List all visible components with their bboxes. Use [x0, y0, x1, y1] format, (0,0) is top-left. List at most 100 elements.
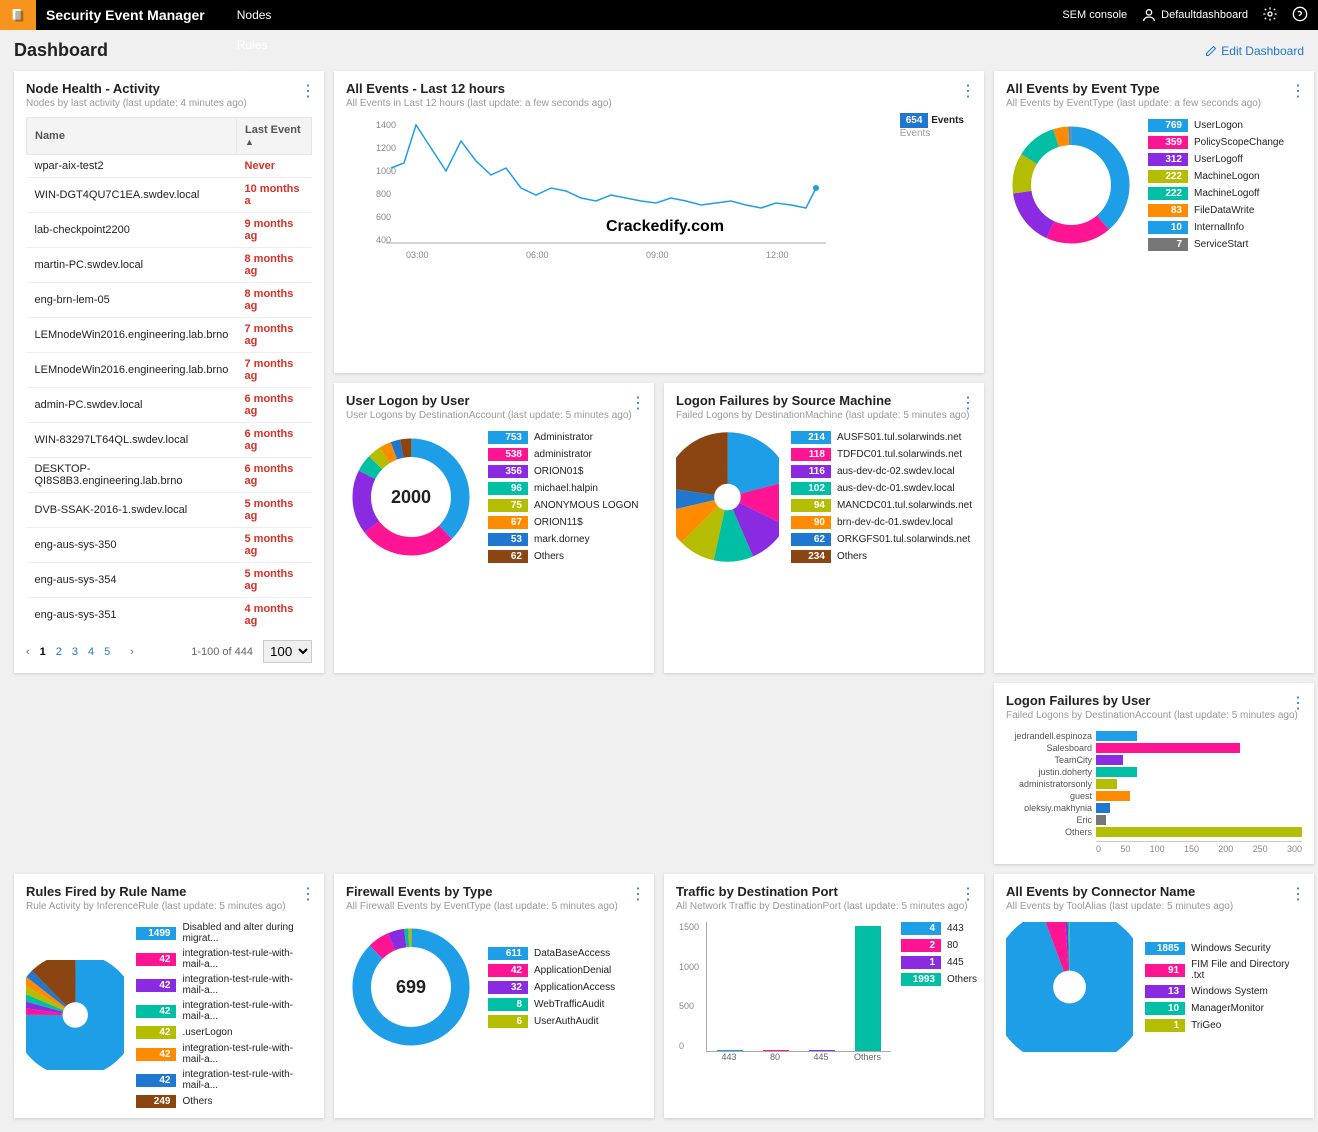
legend-item[interactable]: 62Others [488, 550, 638, 563]
legend-item[interactable]: 280 [901, 939, 977, 952]
page-5[interactable]: 5 [104, 646, 110, 658]
table-row[interactable]: DESKTOP-QI8S8B3.engineering.lab.brno6 mo… [27, 458, 312, 493]
topbar: Security Event Manager DashboardEventsNo… [0, 0, 1318, 30]
table-row[interactable]: WIN-83297LT64QL.swdev.local6 months ag [27, 423, 312, 458]
table-row[interactable]: eng-brn-lem-058 months ag [27, 283, 312, 318]
table-row[interactable]: admin-PC.swdev.local6 months ag [27, 388, 312, 423]
legend-item[interactable]: 611DataBaseAccess [488, 947, 615, 960]
table-row[interactable]: wpar-aix-test2Never [27, 155, 312, 178]
legend-item[interactable]: 32ApplicationAccess [488, 981, 615, 994]
legend-item[interactable]: 83FileDataWrite [1148, 204, 1284, 217]
legend-item[interactable]: 62ORKGFS01.tul.solarwinds.net [791, 533, 972, 546]
app-logo[interactable] [0, 0, 36, 30]
legend-item[interactable]: 356ORION01$ [488, 465, 638, 478]
widget-firewall: ⋮ Firewall Events by Type All Firewall E… [334, 874, 654, 1118]
legend-item[interactable]: 42integration-test-rule-with-mail-a... [136, 1069, 312, 1091]
table-row[interactable]: LEMnodeWin2016.engineering.lab.brno7 mon… [27, 318, 312, 353]
legend-item[interactable]: 102aus-dev-dc-01.swdev.local [791, 482, 972, 495]
legend-item[interactable]: 42.userLogon [136, 1026, 312, 1039]
legend-item[interactable]: 42integration-test-rule-with-mail-a... [136, 1000, 312, 1022]
legend-item[interactable]: 10InternalInfo [1148, 221, 1284, 234]
page-3[interactable]: 3 [72, 646, 78, 658]
more-icon[interactable]: ⋮ [300, 884, 314, 904]
legend-item[interactable]: 538administrator [488, 448, 638, 461]
console-label[interactable]: SEM console [1062, 9, 1127, 21]
more-icon[interactable]: ⋮ [630, 884, 644, 904]
legend-item[interactable]: 7ServiceStart [1148, 238, 1284, 251]
legend-item[interactable]: 42integration-test-rule-with-mail-a... [136, 974, 312, 996]
legend-item[interactable]: 13Windows System [1145, 985, 1302, 998]
legend-item[interactable]: 8WebTrafficAudit [488, 998, 615, 1011]
more-icon[interactable]: ⋮ [1290, 884, 1304, 904]
more-icon[interactable]: ⋮ [1290, 693, 1304, 713]
table-row[interactable]: lab-checkpoint22009 months ag [27, 213, 312, 248]
more-icon[interactable]: ⋮ [630, 393, 644, 413]
legend-item[interactable]: 359PolicyScopeChange [1148, 136, 1284, 149]
table-row[interactable]: LEMnodeWin2016.engineering.lab.brno7 mon… [27, 353, 312, 388]
help-icon[interactable] [1292, 6, 1308, 25]
legend-item[interactable]: 222MachineLogon [1148, 170, 1284, 183]
widget-logon-fail-user: ⋮ Logon Failures by User Failed Logons b… [994, 683, 1314, 864]
more-icon[interactable]: ⋮ [960, 884, 974, 904]
col-last-event[interactable]: Last Event ▲ [237, 118, 312, 155]
page-prev[interactable]: ‹ [26, 646, 30, 658]
legend-item[interactable]: 1445 [901, 956, 977, 969]
col-name[interactable]: Name [27, 118, 237, 155]
page-1[interactable]: 1 [40, 646, 46, 658]
table-row[interactable]: eng-aus-sys-3514 months ag [27, 598, 312, 633]
widget-title: Traffic by Destination Port [676, 884, 972, 899]
legend-item[interactable]: 75ANONYMOUS LOGON [488, 499, 638, 512]
nav-nodes[interactable]: Nodes [223, 0, 314, 30]
user-menu[interactable]: Defaultdashboard [1141, 7, 1248, 23]
pie-chart [676, 432, 779, 562]
page-4[interactable]: 4 [88, 646, 94, 658]
legend-item[interactable]: 6UserAuthAudit [488, 1015, 615, 1028]
legend-item[interactable]: 96michael.halpin [488, 482, 638, 495]
page-2[interactable]: 2 [56, 646, 62, 658]
legend-item[interactable]: 91FIM File and Directory .txt [1145, 959, 1302, 981]
table-row[interactable]: DVB-SSAK-2016-1.swdev.local5 months ag [27, 493, 312, 528]
legend-item[interactable]: 222MachineLogoff [1148, 187, 1284, 200]
legend-item[interactable]: 118TDFDC01.tul.solarwinds.net [791, 448, 972, 461]
bar-row: Others [1006, 827, 1302, 837]
legend-item[interactable]: 1499Disabled and alter during migrat... [136, 922, 312, 944]
legend-item[interactable]: 90brn-dev-dc-01.swdev.local [791, 516, 972, 529]
legend-item[interactable]: 214AUSFS01.tul.solarwinds.net [791, 431, 972, 444]
page-next[interactable]: › [130, 646, 134, 658]
legend-item[interactable]: 249Others [136, 1095, 312, 1108]
more-icon[interactable]: ⋮ [960, 393, 974, 413]
more-icon[interactable]: ⋮ [300, 81, 314, 101]
watermark: Crackedify.com [606, 218, 724, 235]
legend-item[interactable]: 94MANCDC01.tul.solarwinds.net [791, 499, 972, 512]
table-row[interactable]: eng-aus-sys-3545 months ag [27, 563, 312, 598]
legend-item[interactable]: 4443 [901, 922, 977, 935]
page-size-select[interactable]: 100 [263, 640, 312, 663]
bar-row: justin.doherty [1006, 767, 1302, 777]
legend-item[interactable]: 234Others [791, 550, 972, 563]
legend-item[interactable]: 42ApplicationDenial [488, 964, 615, 977]
legend-item[interactable]: 769UserLogon [1148, 119, 1284, 132]
nav-rules[interactable]: Rules [223, 30, 314, 60]
more-icon[interactable]: ⋮ [1290, 81, 1304, 101]
widget-node-health: ⋮ Node Health - Activity Nodes by last a… [14, 71, 324, 673]
legend-item[interactable]: 1885Windows Security [1145, 942, 1302, 955]
legend-item[interactable]: 1TriGeo [1145, 1019, 1302, 1032]
widget-title: All Events - Last 12 hours [346, 81, 972, 96]
svg-text:800: 800 [376, 189, 391, 199]
legend-item[interactable]: 42integration-test-rule-with-mail-a... [136, 948, 312, 970]
table-row[interactable]: eng-aus-sys-3505 months ag [27, 528, 312, 563]
legend-item[interactable]: 312UserLogoff [1148, 153, 1284, 166]
legend-item[interactable]: 116aus-dev-dc-02.swdev.local [791, 465, 972, 478]
legend-item[interactable]: 67ORION11$ [488, 516, 638, 529]
gear-icon[interactable] [1262, 6, 1278, 25]
more-icon[interactable]: ⋮ [960, 81, 974, 101]
bar-row: oleksiy.makhynia [1006, 803, 1302, 813]
legend-item[interactable]: 53mark.dorney [488, 533, 638, 546]
legend-item[interactable]: 10ManagerMonitor [1145, 1002, 1302, 1015]
legend-item[interactable]: 753Administrator [488, 431, 638, 444]
legend-item[interactable]: 1993Others [901, 973, 977, 986]
table-row[interactable]: martin-PC.swdev.local8 months ag [27, 248, 312, 283]
legend-item[interactable]: 42integration-test-rule-with-mail-a... [136, 1043, 312, 1065]
edit-dashboard-button[interactable]: Edit Dashboard [1205, 44, 1304, 58]
table-row[interactable]: WIN-DGT4QU7C1EA.swdev.local10 months a [27, 178, 312, 213]
